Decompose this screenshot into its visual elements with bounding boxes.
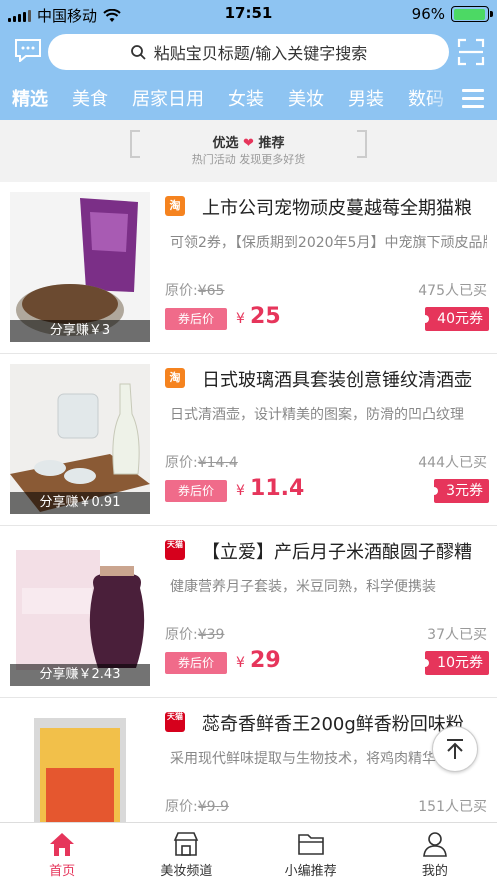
product-image: 分享赚￥2.43 xyxy=(10,536,150,686)
product-image: 分享赚￥0.91 xyxy=(10,364,150,514)
search-icon xyxy=(130,45,146,60)
battery-percent: 96% xyxy=(411,5,445,23)
feed-header: 优选 ❤ 推荐 热门活动 发现更多好货 xyxy=(0,120,497,182)
message-icon[interactable] xyxy=(14,38,42,62)
scan-icon[interactable] xyxy=(457,38,485,66)
original-price: 原价:¥9.9 xyxy=(165,799,229,815)
tab-home[interactable]: 居家日用 xyxy=(120,85,216,111)
sold-count: 475人已买 xyxy=(418,283,487,299)
tab-mine[interactable]: 我的 xyxy=(373,823,497,883)
product-title: 【立爱】产后月子米酒酿圆子醪糟 xyxy=(202,542,472,563)
tab-men[interactable]: 男装 xyxy=(336,85,396,111)
product-card[interactable]: 分享赚￥3 淘 上市公司宠物顽皮蔓越莓全期猫粮 可领2券，【保质期到2020年5… xyxy=(0,182,497,354)
search-input[interactable]: 粘贴宝贝标题/输入关键字搜索 xyxy=(48,34,449,70)
taobao-icon: 淘 xyxy=(165,368,185,388)
coupon-button[interactable]: 10元券 xyxy=(421,651,489,675)
menu-icon[interactable] xyxy=(449,76,497,120)
arrow-up-icon xyxy=(447,739,463,759)
tmall-icon: 天猫 xyxy=(165,540,185,560)
tab-editor-picks[interactable]: 小编推荐 xyxy=(249,823,373,883)
product-desc: 日式清酒壶，设计精美的图案，防滑的凹凸纹理 xyxy=(170,407,464,423)
price: ¥ 25 xyxy=(236,304,281,329)
tab-home[interactable]: 首页 xyxy=(0,823,124,883)
share-earn: 分享赚￥0.91 xyxy=(10,492,150,514)
after-coupon-label: 券后价 xyxy=(165,652,227,674)
product-title: 日式玻璃酒具套装创意锤纹清酒壶 xyxy=(202,370,472,391)
after-coupon-label: 券后价 xyxy=(165,308,227,330)
search-placeholder: 粘贴宝贝标题/输入关键字搜索 xyxy=(153,44,368,63)
tab-featured[interactable]: 精选 xyxy=(0,85,60,111)
shop-icon xyxy=(174,832,199,856)
tab-food[interactable]: 美食 xyxy=(60,85,120,111)
tab-beauty-channel[interactable]: 美妆频道 xyxy=(124,823,248,883)
product-desc: 健康营养月子套装，米豆同熟，科学便携装 xyxy=(170,579,436,595)
product-image: 分享赚￥3 xyxy=(10,192,150,342)
original-price: 原价:¥14.4 xyxy=(165,455,238,471)
feed-title: 优选 ❤ 推荐 xyxy=(212,136,285,151)
product-title: 上市公司宠物顽皮蔓越莓全期猫粮 xyxy=(202,198,472,219)
category-tabs: 精选 美食 居家日用 女装 美妆 男装 数码 xyxy=(0,76,497,120)
share-earn: 分享赚￥3 xyxy=(10,320,150,342)
sold-count: 37人已买 xyxy=(427,627,487,643)
tmall-icon: 天猫 xyxy=(165,712,185,732)
product-card[interactable]: 分享赚￥2.43 天猫 【立爱】产后月子米酒酿圆子醪糟 健康营养月子套装，米豆同… xyxy=(0,526,497,698)
back-to-top-button[interactable] xyxy=(432,726,478,772)
folder-icon xyxy=(297,834,324,855)
after-coupon-label: 券后价 xyxy=(165,480,227,502)
product-desc: 可领2券，【保质期到2020年5月】中宠旗下顽皮品牌 xyxy=(170,235,487,251)
share-earn: 分享赚￥2.43 xyxy=(10,664,150,686)
tab-beauty[interactable]: 美妆 xyxy=(276,85,336,111)
tab-women[interactable]: 女装 xyxy=(216,85,276,111)
product-card[interactable]: 分享赚￥0.91 淘 日式玻璃酒具套装创意锤纹清酒壶 日式清酒壶，设计精美的图案… xyxy=(0,354,497,526)
battery-icon xyxy=(451,6,493,22)
status-bar: 中国移动 17:51 96% xyxy=(0,0,497,28)
coupon-button[interactable]: 3元券 xyxy=(430,479,489,503)
top-header: 粘贴宝贝标题/输入关键字搜索 xyxy=(0,28,497,76)
sold-count: 151人已买 xyxy=(418,799,487,815)
product-list: 分享赚￥3 淘 上市公司宠物顽皮蔓越莓全期猫粮 可领2券，【保质期到2020年5… xyxy=(0,182,497,870)
taobao-icon: 淘 xyxy=(165,196,185,216)
user-icon xyxy=(422,832,447,857)
price: ¥ 29 xyxy=(236,648,281,673)
bottom-tab-bar: 首页 美妆频道 小编推荐 我的 xyxy=(0,822,497,883)
original-price: 原价:¥39 xyxy=(165,627,225,643)
original-price: 原价:¥65 xyxy=(165,283,225,299)
heart-icon: ❤ xyxy=(243,136,254,151)
price: ¥ 11.4 xyxy=(236,476,305,501)
coupon-button[interactable]: 40元券 xyxy=(421,307,489,331)
feed-subtitle: 热门活动 发现更多好货 xyxy=(191,153,306,166)
sold-count: 444人已买 xyxy=(418,455,487,471)
home-icon xyxy=(50,833,75,856)
